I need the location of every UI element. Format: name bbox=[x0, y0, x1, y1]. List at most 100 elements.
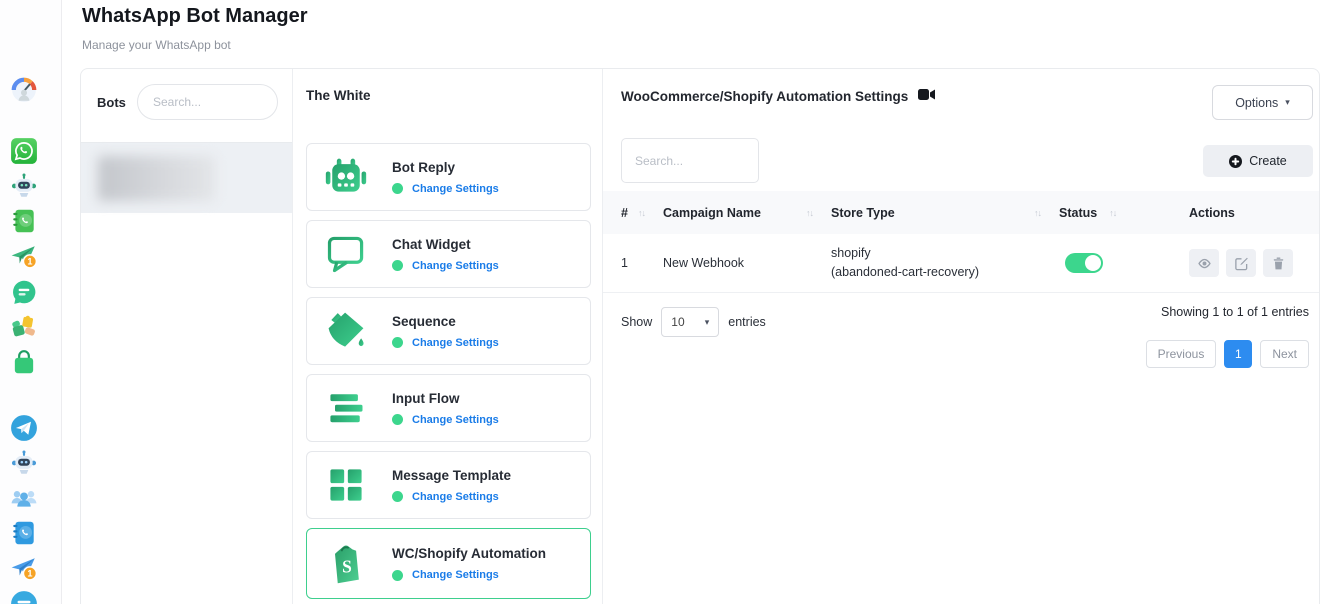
integration-puzzle-icon[interactable] bbox=[10, 313, 38, 341]
panel-title-row: WooCommerce/Shopify Automation Settings bbox=[621, 88, 935, 104]
sequence-icon bbox=[324, 309, 368, 353]
store-type-cell: shopify (abandoned-cart-recovery) bbox=[831, 244, 1059, 282]
chatbot-blue-icon[interactable] bbox=[10, 449, 38, 477]
dashboard-gauge-icon[interactable] bbox=[10, 76, 38, 104]
menu-card-title: WC/Shopify Automation bbox=[392, 546, 546, 561]
svg-text:1: 1 bbox=[27, 257, 32, 267]
create-button[interactable]: Create bbox=[1203, 145, 1313, 177]
change-settings-link[interactable]: Change Settings bbox=[412, 183, 499, 195]
chevron-down-icon: ▾ bbox=[705, 317, 710, 328]
menu-card-sequence[interactable]: Sequence Change Settings bbox=[306, 297, 591, 365]
status-dot bbox=[392, 570, 403, 581]
bot-menu-panel: The White Bot bbox=[293, 69, 603, 604]
bot-name-title: The White bbox=[306, 88, 371, 103]
change-settings-link[interactable]: Change Settings bbox=[412, 337, 499, 349]
status-cell bbox=[1059, 253, 1189, 273]
campaign-name-cell: New Webhook bbox=[663, 256, 831, 270]
status-dot bbox=[392, 337, 403, 348]
change-settings-link[interactable]: Change Settings bbox=[412, 491, 499, 503]
bot-name-redacted bbox=[98, 156, 215, 201]
status-dot bbox=[392, 183, 403, 194]
message-template-icon bbox=[324, 463, 368, 507]
menu-card-title: Message Template bbox=[392, 468, 511, 483]
bots-label: Bots bbox=[97, 95, 126, 110]
page-size-value: 10 bbox=[671, 315, 684, 329]
menu-card-title: Sequence bbox=[392, 314, 499, 329]
menu-card-title: Chat Widget bbox=[392, 237, 499, 252]
bots-panel: Bots bbox=[81, 69, 293, 604]
change-settings-link[interactable]: Change Settings bbox=[412, 569, 499, 581]
delete-button[interactable] bbox=[1263, 249, 1293, 277]
bot-reply-icon bbox=[324, 155, 368, 199]
row-index-cell: 1 bbox=[621, 256, 663, 270]
options-button[interactable]: Options ▾ bbox=[1212, 85, 1313, 120]
page-1-button[interactable]: 1 bbox=[1224, 340, 1252, 368]
chatbot-green-icon[interactable] bbox=[10, 172, 38, 200]
next-page-button[interactable]: Next bbox=[1260, 340, 1309, 368]
app-sidebar: 1 bbox=[0, 0, 62, 604]
plus-circle-icon bbox=[1229, 155, 1242, 168]
page-size-select[interactable]: 10 ▾ bbox=[661, 307, 719, 337]
entries-summary: Showing 1 to 1 of 1 entries bbox=[1161, 305, 1309, 319]
edit-icon bbox=[1234, 256, 1249, 271]
change-settings-link[interactable]: Change Settings bbox=[412, 414, 499, 426]
panel-title: WooCommerce/Shopify Automation Settings bbox=[621, 89, 908, 104]
shopify-icon: S bbox=[324, 542, 368, 586]
column-header-store-type[interactable]: Store Type ↑↓ bbox=[831, 206, 1059, 220]
sort-icon: ↑↓ bbox=[1034, 208, 1041, 218]
entries-label: entries bbox=[728, 315, 766, 329]
edit-button[interactable] bbox=[1226, 249, 1256, 277]
page-size-control: Show 10 ▾ entries bbox=[621, 307, 766, 337]
create-button-label: Create bbox=[1249, 154, 1287, 168]
whatsapp-icon[interactable] bbox=[10, 137, 38, 165]
change-settings-link[interactable]: Change Settings bbox=[412, 260, 499, 272]
menu-card-title: Bot Reply bbox=[392, 160, 499, 175]
status-dot bbox=[392, 491, 403, 502]
video-tutorial-icon[interactable] bbox=[918, 88, 935, 104]
pagination: Previous 1 Next bbox=[1146, 340, 1309, 368]
options-button-label: Options bbox=[1235, 96, 1278, 110]
trash-icon bbox=[1271, 256, 1286, 271]
bot-list-item-selected[interactable] bbox=[81, 142, 292, 213]
view-button[interactable] bbox=[1189, 249, 1219, 277]
menu-card-chat-widget[interactable]: Chat Widget Change Settings bbox=[306, 220, 591, 288]
column-header-index[interactable]: # ↑↓ bbox=[621, 206, 663, 220]
previous-page-button[interactable]: Previous bbox=[1146, 340, 1217, 368]
contacts-book-blue-icon[interactable] bbox=[10, 519, 38, 547]
sort-icon: ↑↓ bbox=[1109, 208, 1116, 218]
menu-card-input-flow[interactable]: Input Flow Change Settings bbox=[306, 374, 591, 442]
column-header-status[interactable]: Status ↑↓ bbox=[1059, 206, 1189, 220]
chat-message-green-icon[interactable] bbox=[10, 278, 38, 306]
table-search-input[interactable] bbox=[621, 138, 759, 183]
svg-text:1: 1 bbox=[27, 569, 32, 579]
column-header-campaign-name[interactable]: Campaign Name ↑↓ bbox=[663, 206, 831, 220]
menu-card-bot-reply[interactable]: Bot Reply Change Settings bbox=[306, 143, 591, 211]
status-toggle[interactable] bbox=[1065, 253, 1103, 273]
column-header-actions: Actions bbox=[1189, 206, 1319, 220]
actions-cell bbox=[1189, 249, 1319, 277]
campaign-send-green-icon[interactable]: 1 bbox=[10, 242, 38, 270]
contacts-book-green-icon[interactable] bbox=[10, 207, 38, 235]
table-header: # ↑↓ Campaign Name ↑↓ Store Type ↑↓ Stat… bbox=[603, 191, 1319, 234]
svg-text:S: S bbox=[342, 556, 352, 576]
menu-card-title: Input Flow bbox=[392, 391, 499, 406]
page-title: WhatsApp Bot Manager bbox=[82, 5, 308, 28]
page-subtitle: Manage your WhatsApp bot bbox=[82, 38, 231, 52]
chat-widget-icon bbox=[324, 232, 368, 276]
automation-settings-panel: WooCommerce/Shopify Automation Settings … bbox=[603, 69, 1319, 604]
eye-icon bbox=[1197, 256, 1212, 271]
sort-icon: ↑↓ bbox=[638, 208, 645, 218]
whatsapp-bot-manager-page: 1 bbox=[0, 0, 1325, 604]
menu-card-wc-shopify-automation[interactable]: S WC/Shopify Automation Change Settings bbox=[306, 528, 591, 599]
store-bag-green-icon[interactable] bbox=[10, 348, 38, 376]
telegram-icon[interactable] bbox=[10, 414, 38, 442]
team-group-blue-icon[interactable] bbox=[10, 484, 38, 512]
bots-search-input[interactable] bbox=[137, 84, 278, 120]
campaign-send-blue-icon[interactable]: 1 bbox=[10, 554, 38, 582]
status-dot bbox=[392, 414, 403, 425]
sort-icon: ↑↓ bbox=[806, 208, 813, 218]
chat-circle-blue-icon[interactable] bbox=[10, 590, 38, 604]
menu-card-message-template[interactable]: Message Template Change Settings bbox=[306, 451, 591, 519]
status-dot bbox=[392, 260, 403, 271]
table-row: 1 New Webhook shopify (abandoned-cart-re… bbox=[603, 234, 1319, 293]
